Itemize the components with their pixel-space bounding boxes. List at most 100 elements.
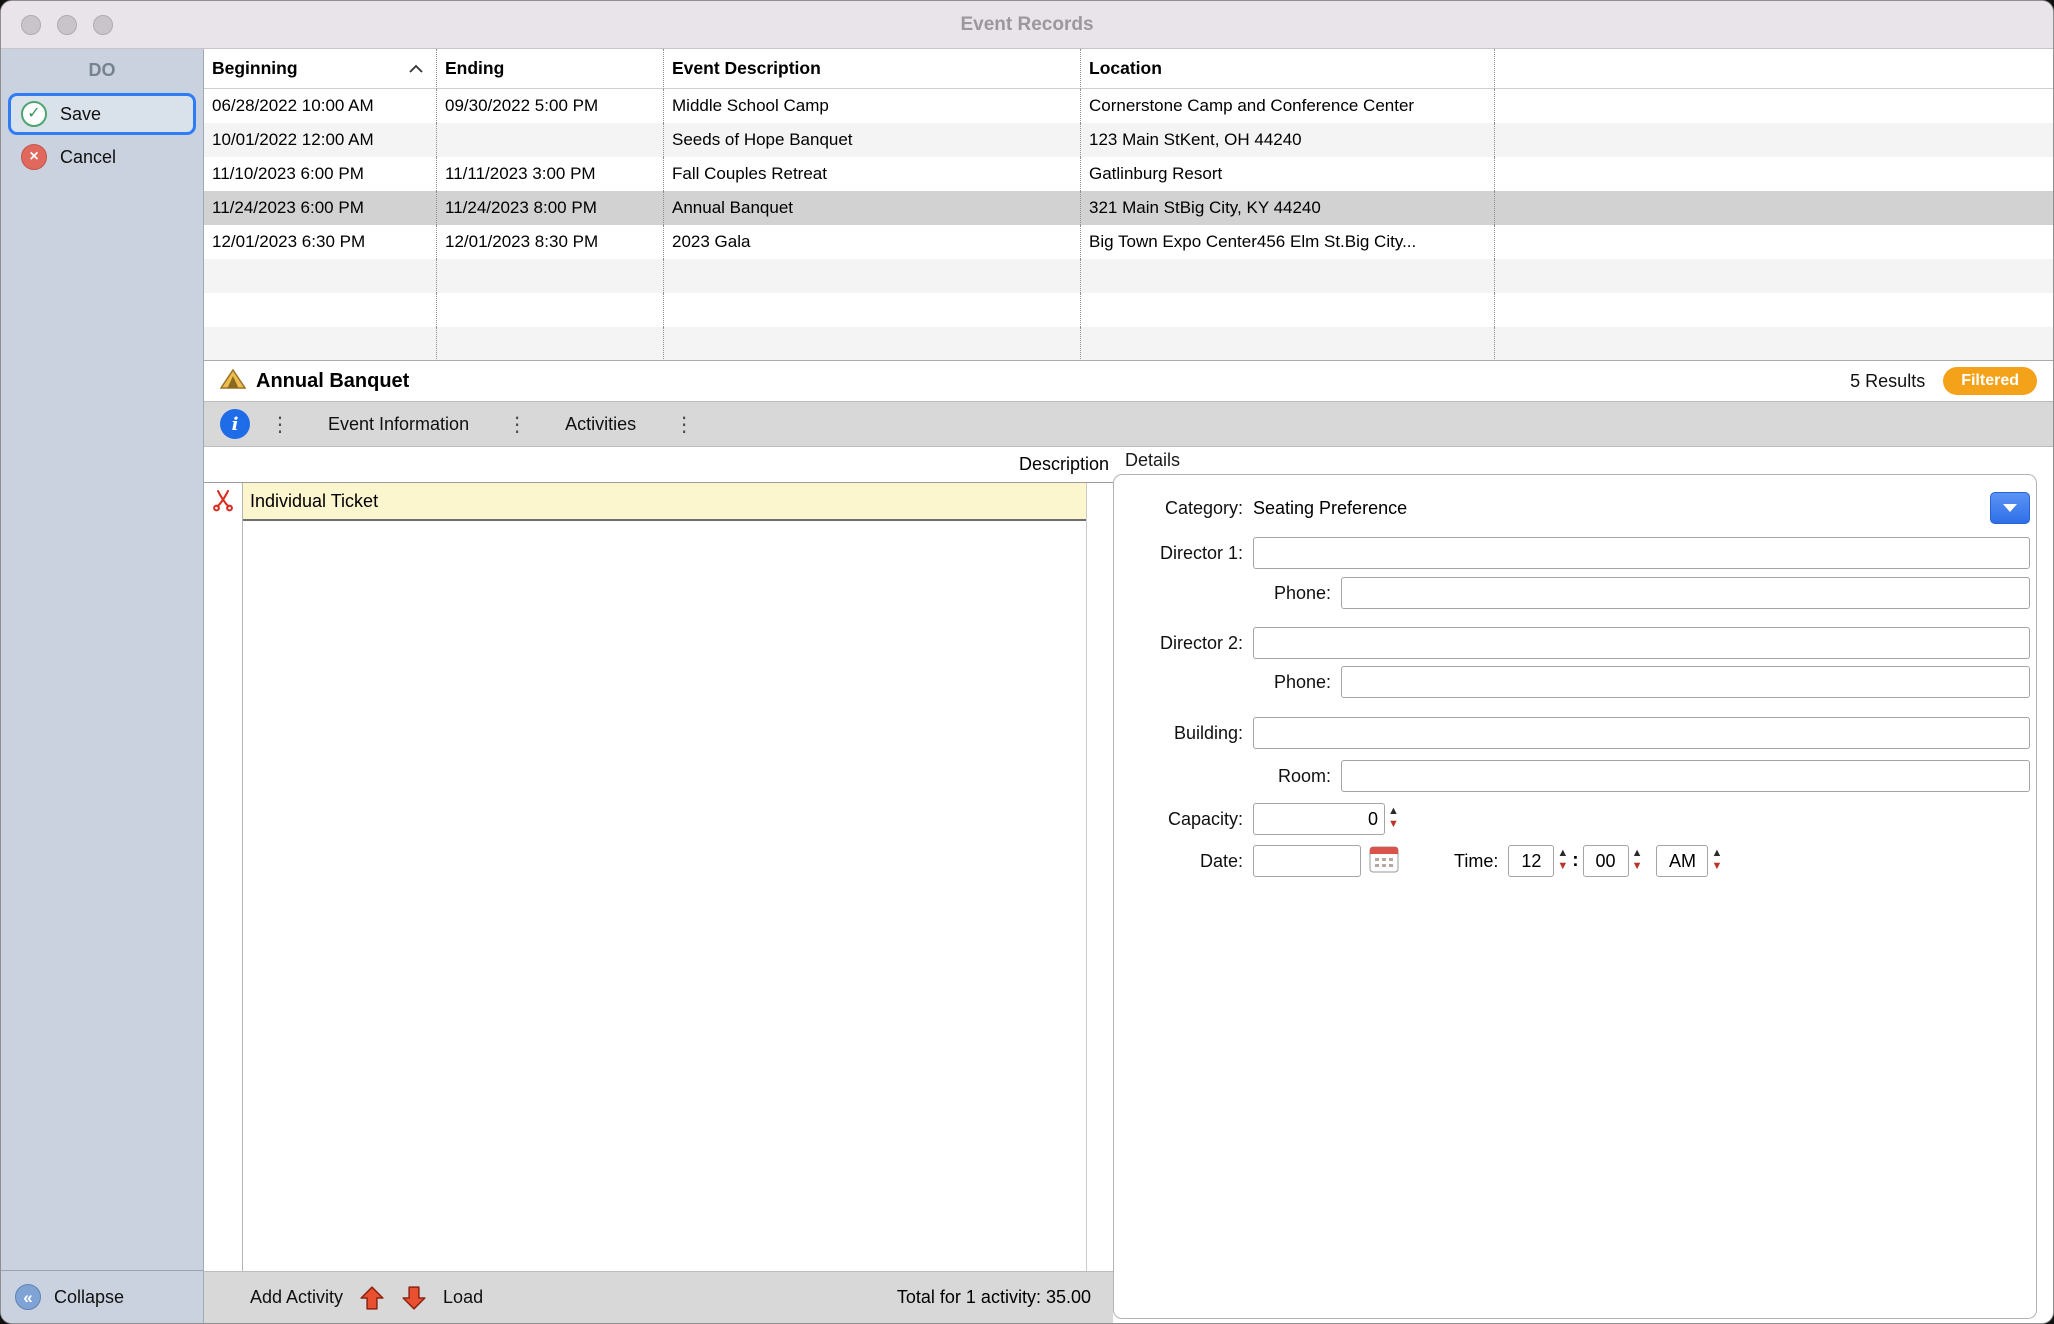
details-title: Details xyxy=(1125,450,2053,471)
cell-beginning: 11/24/2023 6:00 PM xyxy=(204,191,437,225)
building-field[interactable] xyxy=(1253,717,2030,749)
load-button[interactable]: Load xyxy=(443,1287,483,1308)
activities-scrollbar-track[interactable] xyxy=(1087,483,1113,1271)
sort-ascending-icon xyxy=(408,64,428,74)
time-label: Time: xyxy=(1454,851,1498,872)
event-row[interactable]: 11/10/2023 6:00 PM 11/11/2023 3:00 PM Fa… xyxy=(204,157,2053,191)
phone1-label: Phone: xyxy=(1114,583,1341,604)
time-ampm-field[interactable] xyxy=(1656,845,1708,877)
activities-list: Individual Ticket xyxy=(243,483,1087,1271)
event-row[interactable]: 06/28/2022 10:00 AM 09/30/2022 5:00 PM M… xyxy=(204,89,2053,123)
date-field[interactable] xyxy=(1253,845,1361,877)
cell-event-description: Fall Couples Retreat xyxy=(664,157,1081,191)
column-header-beginning-label: Beginning xyxy=(212,58,298,79)
cell-beginning: 11/10/2023 6:00 PM xyxy=(204,157,437,191)
event-row-empty xyxy=(204,327,2053,361)
cancel-x-icon: × xyxy=(21,144,47,170)
category-dropdown-button[interactable] xyxy=(1990,492,2030,524)
save-button-label: Save xyxy=(60,104,101,125)
category-label: Category: xyxy=(1114,498,1253,519)
column-header-beginning[interactable]: Beginning xyxy=(204,49,437,89)
event-row-empty xyxy=(204,293,2053,327)
events-table: Beginning Ending Event Description Locat… xyxy=(204,49,2053,361)
event-row[interactable]: 10/01/2022 12:00 AM Seeds of Hope Banque… xyxy=(204,123,2053,157)
scissors-icon xyxy=(211,488,235,517)
cell-beginning: 06/28/2022 10:00 AM xyxy=(204,89,437,123)
cell-ending: 12/01/2023 8:30 PM xyxy=(437,225,664,259)
capacity-field[interactable] xyxy=(1253,803,1385,835)
event-row-selected[interactable]: 11/24/2023 6:00 PM 11/24/2023 8:00 PM An… xyxy=(204,191,2053,225)
add-activity-button[interactable]: Add Activity xyxy=(250,1287,343,1308)
activities-toolbar: Add Activity Load Total for 1 activity: … xyxy=(204,1271,1113,1323)
move-up-button[interactable] xyxy=(359,1285,385,1311)
drag-handle-dots-icon: ⋮ xyxy=(674,412,694,437)
building-label: Building: xyxy=(1114,723,1253,744)
stepper-down-icon: ▼ xyxy=(1632,861,1643,874)
column-header-ending[interactable]: Ending xyxy=(437,49,664,89)
capacity-stepper[interactable]: ▲ ▼ xyxy=(1388,806,1399,832)
cell-location: Cornerstone Camp and Conference Center xyxy=(1081,89,1495,123)
activities-total: Total for 1 activity: 35.00 xyxy=(897,1287,1101,1308)
cell-event-description: Middle School Camp xyxy=(664,89,1081,123)
time-ampm-stepper[interactable]: ▲ ▼ xyxy=(1711,848,1722,874)
sidebar-header: DO xyxy=(1,49,203,93)
sidebar-bottom: « Collapse xyxy=(1,1270,203,1323)
window-title: Event Records xyxy=(1,14,2053,36)
info-icon[interactable]: i xyxy=(220,409,250,439)
activity-description: Individual Ticket xyxy=(250,491,378,512)
capacity-label: Capacity: xyxy=(1114,809,1253,830)
cancel-button[interactable]: × Cancel xyxy=(1,135,203,179)
event-row[interactable]: 12/01/2023 6:30 PM 12/01/2023 8:30 PM 20… xyxy=(204,225,2053,259)
room-field[interactable] xyxy=(1341,760,2030,792)
cell-beginning: 12/01/2023 6:30 PM xyxy=(204,225,437,259)
cell-ending xyxy=(437,123,664,157)
selected-record-title: Annual Banquet xyxy=(256,370,409,393)
column-header-location[interactable]: Location xyxy=(1081,49,1495,89)
activity-row[interactable]: Individual Ticket xyxy=(243,483,1086,521)
activities-column-header: Description xyxy=(204,447,1113,483)
drag-handle-dots-icon: ⋮ xyxy=(270,412,290,437)
save-button[interactable]: ✓ Save xyxy=(8,93,196,135)
record-bar: Annual Banquet 5 Results Filtered xyxy=(204,361,2053,401)
column-header-event-description-label: Event Description xyxy=(672,58,821,79)
remove-activity-button[interactable] xyxy=(204,483,242,521)
category-value: Seating Preference xyxy=(1253,498,1407,519)
column-header-location-label: Location xyxy=(1089,58,1162,79)
director2-field[interactable] xyxy=(1253,627,2030,659)
cell-ending: 11/11/2023 3:00 PM xyxy=(437,157,664,191)
drag-handle-dots-icon: ⋮ xyxy=(507,412,527,437)
time-minute-field[interactable] xyxy=(1583,845,1629,877)
event-records-window: Event Records DO ✓ Save × Cancel « Colla… xyxy=(0,0,2054,1324)
calendar-picker-button[interactable] xyxy=(1369,845,1399,878)
director1-field[interactable] xyxy=(1253,537,2030,569)
cell-location: 321 Main StBig City, KY 44240 xyxy=(1081,191,1495,225)
move-down-button[interactable] xyxy=(401,1285,427,1311)
cancel-button-label: Cancel xyxy=(60,147,116,168)
time-minute-stepper[interactable]: ▲ ▼ xyxy=(1632,848,1643,874)
details-panel: Details Category: Seating Preference Dir… xyxy=(1113,447,2053,1323)
sidebar: DO ✓ Save × Cancel « Collapse xyxy=(1,49,204,1323)
tab-activities[interactable]: Activities xyxy=(547,407,654,442)
cell-beginning: 10/01/2022 12:00 AM xyxy=(204,123,437,157)
phone2-field[interactable] xyxy=(1341,666,2030,698)
results-count: 5 Results xyxy=(1850,371,1925,392)
events-table-header: Beginning Ending Event Description Locat… xyxy=(204,49,2053,89)
time-hour-stepper[interactable]: ▲ ▼ xyxy=(1557,848,1568,874)
column-header-event-description[interactable]: Event Description xyxy=(664,49,1081,89)
stepper-down-icon: ▼ xyxy=(1711,861,1722,874)
save-check-icon: ✓ xyxy=(21,101,47,127)
chevron-down-icon xyxy=(2003,504,2017,512)
collapse-button-label: Collapse xyxy=(54,1287,124,1308)
filtered-badge[interactable]: Filtered xyxy=(1943,367,2037,395)
cell-ending: 09/30/2022 5:00 PM xyxy=(437,89,664,123)
activities-gutter xyxy=(204,483,243,1271)
cell-location: Gatlinburg Resort xyxy=(1081,157,1495,191)
tab-event-information[interactable]: Event Information xyxy=(310,407,487,442)
tab-bar: i ⋮ Event Information ⋮ Activities ⋮ xyxy=(204,401,2053,447)
time-hour-field[interactable] xyxy=(1508,845,1554,877)
phone1-field[interactable] xyxy=(1341,577,2030,609)
collapse-button[interactable]: « Collapse xyxy=(15,1284,124,1310)
cell-event-description: Seeds of Hope Banquet xyxy=(664,123,1081,157)
cell-location: Big Town Expo Center456 Elm St.Big City.… xyxy=(1081,225,1495,259)
phone2-label: Phone: xyxy=(1114,672,1341,693)
